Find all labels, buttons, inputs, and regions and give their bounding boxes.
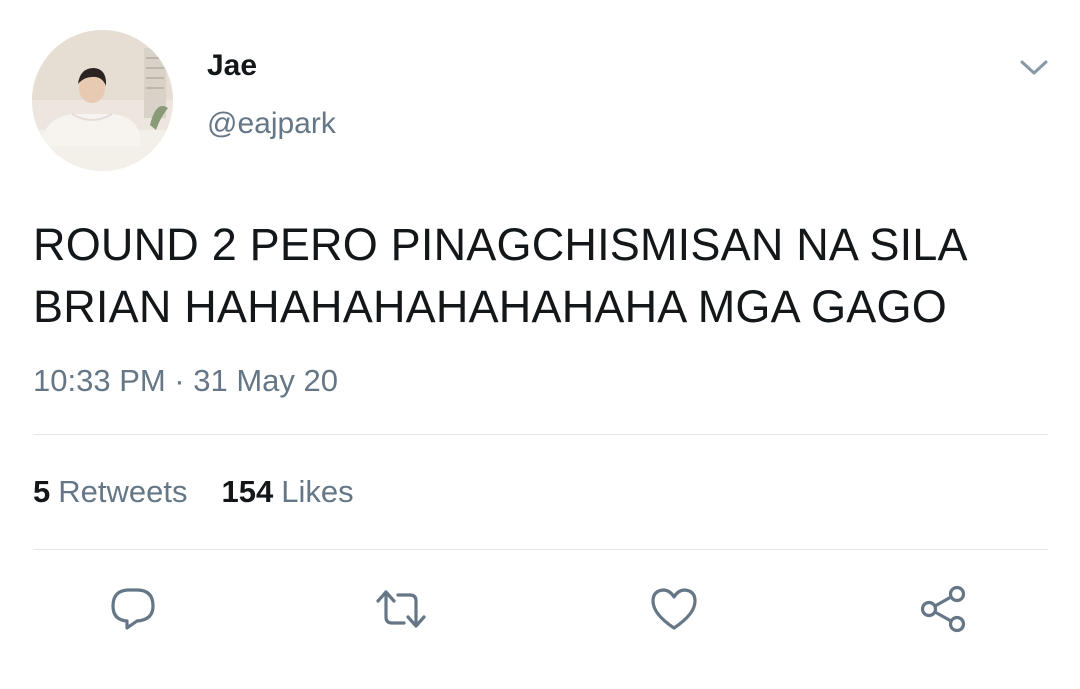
retweet-button[interactable] [374,585,428,633]
heart-icon [651,588,697,630]
tweet-text: ROUND 2 PERO PINAGCHISMISAN NA SILA BRIA… [33,214,1053,338]
user-handle[interactable]: @eajpark [207,106,336,142]
timestamp[interactable]: 10:33 PM · 31 May 20 [33,362,338,400]
retweets-count: 5 [33,474,51,509]
retweets-stat[interactable]: 5 Retweets [33,473,187,511]
avatar-photo [32,30,173,171]
reply-icon [111,588,155,630]
share-icon [920,585,966,633]
retweet-icon [376,590,426,628]
likes-label: Likes [281,474,354,509]
tweet-text-line: BRIAN HAHAHAHAHAHAHAHA MGA GAGO [33,281,947,332]
chevron-down-icon[interactable] [1016,52,1052,82]
display-name[interactable]: Jae [207,48,257,84]
share-button[interactable] [916,585,970,633]
likes-count: 154 [221,474,274,509]
likes-stat[interactable]: 154 Likes [221,473,353,511]
like-button[interactable] [647,585,701,633]
reply-button[interactable] [106,585,160,633]
tweet-text-line: ROUND 2 PERO PINAGCHISMISAN NA SILA [33,219,968,270]
tweet-stats: 5 Retweets 154 Likes [33,473,354,511]
tweet-card: Jae @eajpark ROUND 2 PERO PINAGCHISMISAN… [0,0,1080,689]
divider [33,434,1048,435]
retweets-label: Retweets [58,474,188,509]
avatar[interactable] [32,30,173,171]
divider [33,549,1048,550]
